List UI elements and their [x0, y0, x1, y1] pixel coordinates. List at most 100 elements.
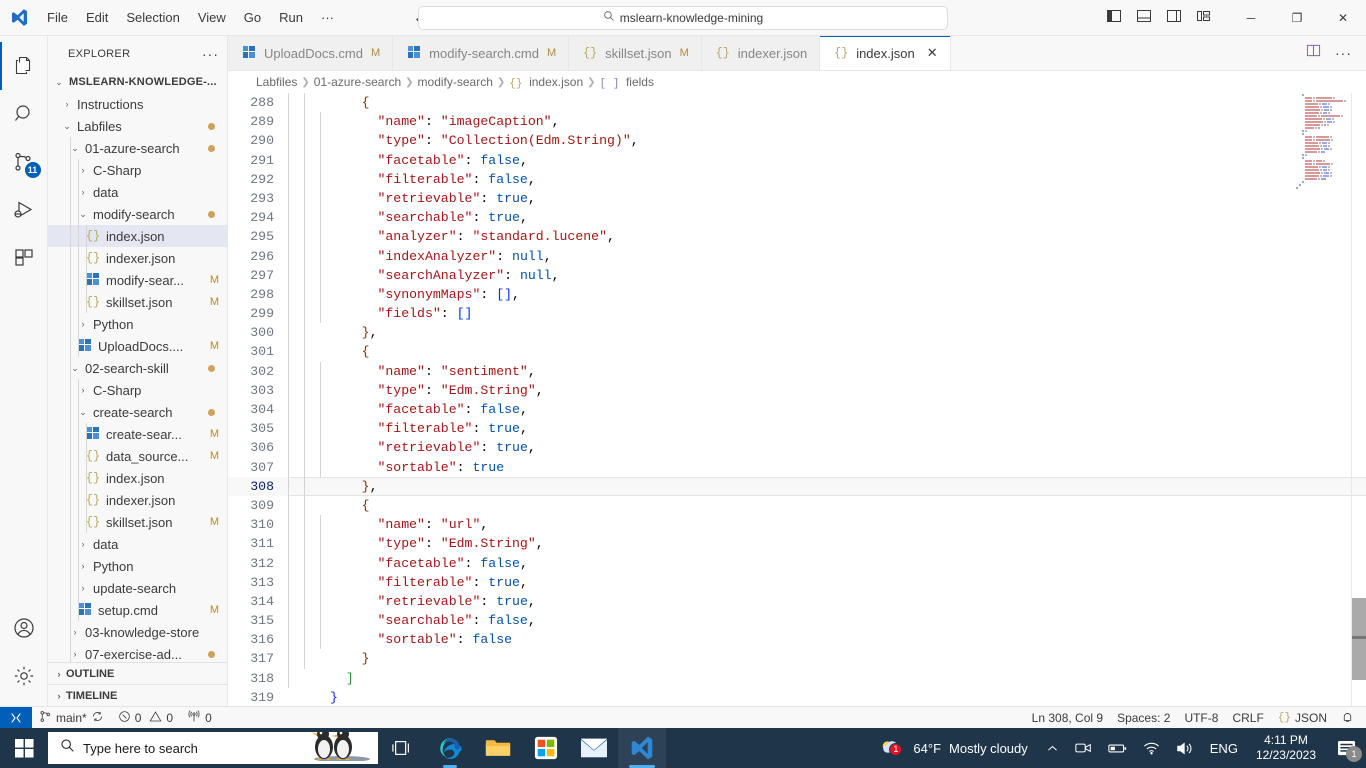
visual-studio-code-icon[interactable]: [618, 728, 666, 768]
status-indentation[interactable]: Spaces: 2: [1110, 707, 1177, 729]
code-line[interactable]: 293 "retrievable": true,: [228, 188, 1366, 209]
tree-item-data[interactable]: › data: [48, 533, 227, 555]
tree-item-data-source[interactable]: {} data_source... M: [48, 445, 227, 467]
code-line[interactable]: 316 "sortable": false: [228, 630, 1366, 650]
microsoft-edge-icon[interactable]: [426, 728, 474, 768]
code-line[interactable]: 302 "name": "sentiment",: [228, 361, 1366, 381]
tree-item-python[interactable]: › Python: [48, 555, 227, 577]
volume-icon[interactable]: [1168, 728, 1202, 768]
editor-tab-uploaddocs-cmd[interactable]: UploadDocs.cmd M: [228, 36, 394, 70]
tree-item-update-search[interactable]: › update-search: [48, 577, 227, 599]
explorer-icon[interactable]: [0, 42, 48, 90]
code-line[interactable]: 309 {: [228, 495, 1366, 516]
wifi-icon[interactable]: [1135, 728, 1168, 768]
code-line[interactable]: 315 "searchable": false,: [228, 611, 1366, 631]
language-indicator[interactable]: ENG: [1202, 728, 1246, 768]
code-line[interactable]: 297 "searchAnalyzer": null,: [228, 265, 1366, 285]
minimize-button[interactable]: ─: [1228, 0, 1274, 36]
task-view-icon[interactable]: [378, 728, 426, 768]
battery-icon[interactable]: [1100, 728, 1135, 768]
editor-vertical-scrollbar[interactable]: [1352, 93, 1366, 706]
tree-item-01-azure-search[interactable]: ⌄ 01-azure-search: [48, 137, 227, 159]
source-control-icon[interactable]: 11: [0, 138, 48, 186]
status-language-mode[interactable]: {} JSON: [1271, 707, 1334, 729]
code-line[interactable]: 299 "fields": []: [228, 304, 1366, 324]
tree-item-instructions[interactable]: › Instructions: [48, 93, 227, 115]
notification-center-icon[interactable]: 1: [1326, 728, 1366, 768]
tree-item-c-sharp[interactable]: › C-Sharp: [48, 159, 227, 181]
editor-more-actions-icon[interactable]: ···: [1335, 45, 1352, 61]
code-line[interactable]: 298 "synonymMaps": [],: [228, 284, 1366, 305]
breadcrumb-item-modify-search[interactable]: modify-search: [418, 75, 493, 89]
status-problems[interactable]: 0 0: [111, 707, 180, 729]
scrollbar-thumb[interactable]: [1352, 598, 1366, 680]
breadcrumb-item-fields[interactable]: [ ] fields: [600, 75, 654, 90]
code-line[interactable]: 312 "facetable": false,: [228, 553, 1366, 573]
tree-item-modify-search[interactable]: ⌄ modify-search: [48, 203, 227, 225]
editor-tab-modify-search-cmd[interactable]: modify-search.cmd M: [393, 36, 570, 70]
accounts-icon[interactable]: [0, 604, 48, 652]
breadcrumb-item-index-json[interactable]: {} index.json: [509, 75, 583, 90]
tree-item-07-exercise-ad[interactable]: › 07-exercise-ad...: [48, 643, 227, 662]
tree-item-indexer-json[interactable]: {} indexer.json: [48, 489, 227, 511]
tree-item-skillset-json[interactable]: {} skillset.json M: [48, 511, 227, 533]
tree-item-mslearn-knowledge[interactable]: ⌄ MSLEARN-KNOWLEDGE-...: [48, 71, 227, 93]
status-cursor-position[interactable]: Ln 308, Col 9: [1025, 707, 1110, 729]
code-line[interactable]: 294 "searchable": true,: [228, 208, 1366, 228]
notifications-bell-icon[interactable]: [1334, 707, 1366, 729]
toggle-panel-icon[interactable]: [1136, 8, 1152, 29]
code-line[interactable]: 304 "facetable": false,: [228, 400, 1366, 420]
code-line[interactable]: 296 "indexAnalyzer": null,: [228, 246, 1366, 266]
menu-view[interactable]: View: [189, 7, 235, 28]
tree-item-indexer-json[interactable]: {} indexer.json: [48, 247, 227, 269]
weather-widget[interactable]: 1 64°F Mostly cloudy: [869, 737, 1037, 760]
menu-more[interactable]: ···: [312, 7, 343, 28]
code-line[interactable]: 314 "retrievable": true,: [228, 591, 1366, 612]
tree-item-python[interactable]: › Python: [48, 313, 227, 335]
editor-tab-indexer-json[interactable]: {} indexer.json: [701, 36, 821, 70]
customize-layout-icon[interactable]: [1196, 8, 1212, 29]
tree-item-create-search[interactable]: ⌄ create-search: [48, 401, 227, 423]
tree-item-index-json[interactable]: {} index.json: [48, 467, 227, 489]
search-icon[interactable]: [0, 90, 48, 138]
command-center[interactable]: mslearn-knowledge-mining: [418, 5, 948, 30]
code-line[interactable]: 289 "name": "imageCaption",: [228, 112, 1366, 132]
code-line[interactable]: 318 ]: [228, 668, 1366, 688]
tree-item-index-json[interactable]: {} index.json: [48, 225, 227, 247]
code-line[interactable]: 292 "filterable": false,: [228, 169, 1366, 189]
editor-minimap[interactable]: [1294, 93, 1352, 706]
menu-selection[interactable]: Selection: [117, 7, 188, 28]
manage-settings-gear-icon[interactable]: [0, 652, 48, 700]
tree-item-03-knowledge-store[interactable]: › 03-knowledge-store: [48, 621, 227, 643]
menu-run[interactable]: Run: [270, 7, 312, 28]
menu-go[interactable]: Go: [235, 7, 270, 28]
code-line[interactable]: 307 "sortable": true: [228, 457, 1366, 477]
mail-icon[interactable]: [570, 728, 618, 768]
code-line[interactable]: 300 },: [228, 323, 1366, 343]
status-ports[interactable]: 0: [180, 707, 219, 729]
code-line[interactable]: 291 "facetable": false,: [228, 150, 1366, 170]
tree-item-setup-cmd[interactable]: setup.cmd M: [48, 599, 227, 621]
code-line[interactable]: 319}: [228, 688, 1366, 706]
run-and-debug-icon[interactable]: [0, 186, 48, 234]
status-eol[interactable]: CRLF: [1225, 707, 1270, 729]
code-line[interactable]: 317 }: [228, 649, 1366, 669]
outline-section[interactable]: › OUTLINE: [48, 662, 227, 684]
code-line[interactable]: 311 "type": "Edm.String",: [228, 534, 1366, 554]
code-line[interactable]: 308 },: [228, 476, 1366, 497]
microsoft-store-icon[interactable]: [522, 728, 570, 768]
breadcrumb-item-labfiles[interactable]: Labfiles: [256, 75, 297, 89]
split-editor-icon[interactable]: [1306, 43, 1321, 63]
menu-edit[interactable]: Edit: [77, 7, 117, 28]
tree-item-skillset-json[interactable]: {} skillset.json M: [48, 291, 227, 313]
toggle-primary-sidebar-icon[interactable]: [1106, 8, 1122, 29]
extensions-icon[interactable]: [0, 234, 48, 282]
tree-item-modify-sear[interactable]: modify-sear... M: [48, 269, 227, 291]
code-line[interactable]: 303 "type": "Edm.String",: [228, 380, 1366, 400]
remote-window-icon[interactable]: [0, 706, 32, 729]
editor-tab-index-json[interactable]: {} index.json ✕: [820, 36, 951, 70]
breadcrumb-item-01-azure-search[interactable]: 01-azure-search: [314, 75, 401, 89]
code-line[interactable]: 313 "filterable": true,: [228, 572, 1366, 592]
chevron-up-icon[interactable]: [1038, 728, 1067, 768]
tree-item-c-sharp[interactable]: › C-Sharp: [48, 379, 227, 401]
